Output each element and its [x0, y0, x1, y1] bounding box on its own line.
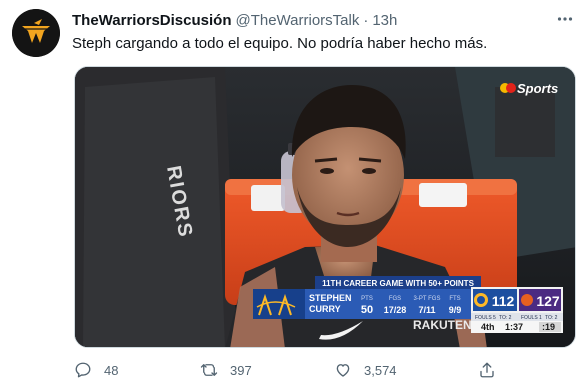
- retweet-icon: [200, 364, 218, 376]
- stat-label-fts: FTS: [449, 296, 460, 302]
- player-last-name: CURRY: [309, 304, 341, 314]
- tweet-actions: 48 397 3,574: [74, 358, 504, 382]
- retweet-button[interactable]: 397: [200, 358, 252, 382]
- separator-dot: ·: [363, 11, 369, 29]
- tweet-header: TheWarriorsDiscusión @TheWarriorsTalk · …: [72, 10, 397, 30]
- scoreboard-banner: 11TH CAREER GAME WITH 50+ POINTS: [322, 279, 474, 288]
- tweet-media[interactable]: RAKUTEN RIORS Sports 11TH CAREER GAME WI…: [74, 66, 576, 348]
- stat-value-pts: 50: [361, 304, 373, 316]
- game-clock: 1:37: [505, 322, 523, 332]
- away-timeouts: TO: 2: [545, 315, 558, 321]
- quarter: 4th: [481, 322, 495, 332]
- stat-label-3pt: 3-PT FGS: [414, 296, 441, 302]
- more-options-icon[interactable]: [555, 9, 575, 29]
- media-image: RAKUTEN RIORS Sports 11TH CAREER GAME WI…: [75, 67, 575, 347]
- home-timeouts: TO: 2: [499, 315, 512, 321]
- stat-value-fgs: 17/28: [384, 305, 407, 315]
- share-button[interactable]: [478, 358, 508, 382]
- reply-count: 48: [104, 362, 119, 378]
- home-fouls: FOULS 5: [475, 315, 496, 321]
- tweet[interactable]: TheWarriorsDiscusión @TheWarriorsTalk · …: [0, 0, 585, 388]
- stat-value-fts: 9/9: [449, 305, 462, 315]
- tweet-text: Steph cargando a todo el equipo. No podr…: [72, 35, 488, 52]
- like-button[interactable]: 3,574: [334, 358, 397, 382]
- reply-button[interactable]: 48: [74, 358, 118, 382]
- shot-clock: :19: [542, 322, 555, 332]
- player-first-name: STEPHEN: [309, 293, 352, 303]
- warriors-logo-icon: [12, 9, 60, 57]
- suns-mini-logo-icon: [521, 294, 533, 306]
- away-fouls: FOULS 1: [521, 315, 542, 321]
- retweet-count: 397: [230, 362, 252, 378]
- away-score: 127: [536, 293, 560, 309]
- stat-label-fgs: FGS: [389, 296, 401, 302]
- home-score: 112: [492, 293, 515, 309]
- stat-label-pts: PTS: [361, 296, 373, 302]
- network-logo-text: Sports: [517, 81, 558, 96]
- like-count: 3,574: [364, 362, 397, 378]
- heart-icon: [336, 364, 350, 377]
- avatar[interactable]: [12, 9, 60, 57]
- timestamp[interactable]: 13h: [372, 12, 397, 29]
- share-icon: [480, 362, 494, 378]
- reply-icon: [75, 362, 91, 378]
- display-name[interactable]: TheWarriorsDiscusión: [72, 12, 231, 29]
- shirt-text: RAKUTEN: [413, 318, 472, 332]
- user-handle[interactable]: @TheWarriorsTalk: [235, 12, 359, 29]
- stat-value-3pt: 7/11: [418, 305, 435, 315]
